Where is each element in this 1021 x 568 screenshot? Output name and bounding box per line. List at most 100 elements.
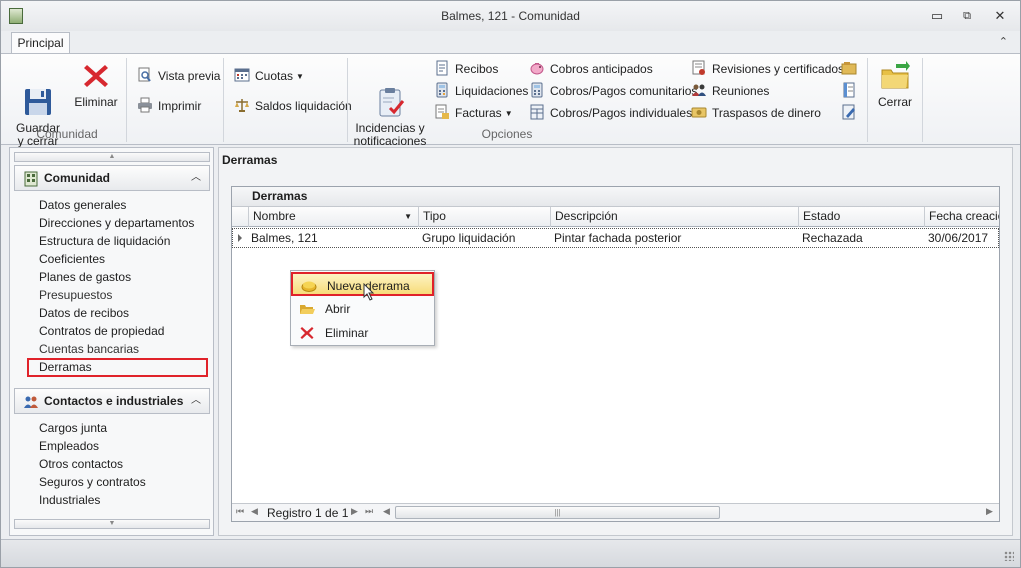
open-folder-icon	[299, 301, 315, 317]
title-bar: Balmes, 121 - Comunidad ▭ ⧉ ✕	[1, 1, 1020, 31]
delete-label: Eliminar	[74, 95, 118, 109]
delete-button[interactable]: Eliminar	[71, 60, 121, 109]
first-record-icon[interactable]: ⏮	[236, 506, 244, 517]
restore-button[interactable]: ⧉	[958, 8, 976, 24]
column-header-fecha[interactable]: Fecha creación	[924, 207, 999, 227]
ribbon-separator	[867, 58, 868, 142]
sidebar-item-cargos-junta[interactable]: Cargos junta	[39, 419, 107, 437]
cobros-anticipados-button[interactable]: Cobros anticipados	[529, 60, 653, 78]
chevron-down-icon: ▼	[296, 72, 304, 81]
chevron-up-icon: ︿	[191, 395, 201, 406]
sidebar-item-presupuestos[interactable]: Presupuestos	[39, 286, 112, 304]
print-button[interactable]: Imprimir	[137, 97, 201, 115]
last-record-icon[interactable]: ⏭	[365, 506, 373, 517]
cell-descripcion: Pintar fachada posterior	[554, 231, 682, 245]
facturas-label: Facturas	[455, 106, 502, 120]
section-header-comunidad[interactable]: Comunidad ︿	[14, 165, 210, 191]
column-header-descripcion[interactable]: Descripción	[550, 207, 798, 227]
context-menu: Nueva derrama Abrir Eliminar	[290, 270, 435, 346]
cell-estado: Rechazada	[802, 231, 863, 245]
sidebar-item-datos-generales[interactable]: Datos generales	[39, 196, 126, 214]
sidebar-item-industriales[interactable]: Industriales	[39, 491, 100, 509]
column-header-nombre[interactable]: Nombre ▼	[248, 207, 418, 227]
sidebar-item-direcciones[interactable]: Direcciones y departamentos	[39, 214, 194, 232]
document-grid-icon	[529, 104, 545, 120]
reuniones-button[interactable]: Reuniones	[691, 82, 769, 100]
ledger-icon	[841, 82, 857, 98]
sidebar-item-cuentas[interactable]: Cuentas bancarias	[39, 340, 139, 358]
section-title: Comunidad	[44, 171, 110, 185]
saldos-label: Saldos liquidación	[255, 99, 352, 113]
recibos-button[interactable]: Recibos	[434, 60, 498, 78]
menu-item-eliminar[interactable]: Eliminar	[291, 321, 434, 345]
liquidaciones-label: Liquidaciones	[455, 84, 529, 98]
cobros-comunitarios-label: Cobros/Pagos comunitarios	[550, 84, 698, 98]
money-transfer-icon	[691, 104, 707, 120]
sidebar-scroll-down[interactable]: ▼	[14, 519, 210, 529]
close-window-button[interactable]: ✕	[991, 8, 1009, 24]
sidebar-scroll-up[interactable]: ▲	[14, 152, 210, 162]
delete-x-icon	[299, 325, 315, 341]
extra-tool-button[interactable]	[841, 82, 862, 100]
calculator-icon	[529, 82, 545, 98]
saldos-liquidacion-button[interactable]: Saldos liquidación	[234, 97, 352, 115]
new-coin-icon	[301, 278, 317, 294]
table-row[interactable]: Balmes, 121 Grupo liquidación Pintar fac…	[232, 228, 999, 248]
collapse-ribbon-icon[interactable]: ⌃	[999, 35, 1008, 48]
scroll-left-icon[interactable]: ◀	[383, 506, 390, 517]
cobros-individuales-label: Cobros/Pagos individuales	[550, 106, 693, 120]
next-record-icon[interactable]: ▶	[351, 506, 358, 517]
facturas-dropdown[interactable]: Facturas ▼	[434, 104, 513, 122]
magnifier-page-icon	[137, 67, 153, 83]
resize-grip-icon[interactable]	[1004, 551, 1014, 561]
section-header-contactos[interactable]: Contactos e industriales ︿	[14, 388, 210, 414]
cell-fecha: 30/06/2017	[928, 231, 989, 245]
sidebar-item-empleados[interactable]: Empleados	[39, 437, 99, 455]
cuotas-label: Cuotas	[255, 69, 294, 83]
cell-tipo: Grupo liquidación	[422, 231, 516, 245]
derramas-grid: Derramas Nombre ▼ Tipo Descripción Estad…	[231, 186, 1000, 522]
sidebar-item-estructura[interactable]: Estructura de liquidación	[39, 232, 170, 250]
cuotas-dropdown[interactable]: Cuotas ▼	[234, 67, 304, 85]
previous-record-icon[interactable]: ◀	[251, 506, 258, 517]
traspasos-button[interactable]: Traspasos de dinero	[691, 104, 821, 122]
traspasos-label: Traspasos de dinero	[712, 106, 821, 120]
section-title: Contactos e industriales	[44, 394, 184, 408]
tab-principal[interactable]: Principal	[11, 32, 70, 55]
grid-group-title: Derramas	[232, 187, 999, 207]
community-building-icon	[23, 171, 39, 187]
column-header-tipo[interactable]: Tipo	[418, 207, 550, 227]
extra-tool-button[interactable]	[841, 104, 862, 122]
sidebar-item-planes-gastos[interactable]: Planes de gastos	[39, 268, 131, 286]
certificate-icon	[691, 60, 707, 76]
extra-tool-button[interactable]	[841, 60, 862, 78]
print-label: Imprimir	[158, 99, 202, 113]
cell-nombre: Balmes, 121	[251, 231, 318, 245]
liquidaciones-button[interactable]: Liquidaciones	[434, 82, 528, 100]
horizontal-scrollbar-thumb[interactable]: |||	[395, 506, 720, 519]
preview-label: Vista previa	[158, 69, 221, 83]
ribbon-separator	[922, 58, 923, 142]
navigation-sidebar: ▲ Comunidad ︿ Datos generales Direccione…	[9, 147, 214, 536]
chevron-up-icon: ︿	[191, 172, 201, 183]
sidebar-item-contratos[interactable]: Contratos de propiedad	[39, 322, 164, 340]
sidebar-item-coeficientes[interactable]: Coeficientes	[39, 250, 105, 268]
close-button[interactable]: Cerrar	[873, 60, 917, 109]
cobros-comunitarios-button[interactable]: Cobros/Pagos comunitarios	[529, 82, 697, 100]
group-label-comunidad: Comunidad	[36, 127, 98, 141]
column-header-estado[interactable]: Estado	[798, 207, 924, 227]
sidebar-item-datos-recibos[interactable]: Datos de recibos	[39, 304, 129, 322]
invoice-icon	[434, 104, 450, 120]
minimize-button[interactable]: ▭	[928, 8, 946, 24]
grid-header: Nombre ▼ Tipo Descripción Estado Fecha c…	[232, 207, 999, 227]
clipboard-check-icon	[374, 73, 406, 117]
sidebar-item-seguros[interactable]: Seguros y contratos	[39, 473, 146, 491]
people-meeting-icon	[691, 82, 707, 98]
preview-button[interactable]: Vista previa	[137, 67, 220, 85]
sidebar-item-otros-contactos[interactable]: Otros contactos	[39, 455, 123, 473]
scroll-right-icon[interactable]: ▶	[986, 506, 993, 517]
revisiones-button[interactable]: Revisiones y certificados	[691, 60, 844, 78]
group-label-opciones: Opciones	[481, 127, 533, 141]
app-window: Balmes, 121 - Comunidad ▭ ⧉ ✕ Principal …	[0, 0, 1021, 568]
cobros-individuales-button[interactable]: Cobros/Pagos individuales	[529, 104, 692, 122]
